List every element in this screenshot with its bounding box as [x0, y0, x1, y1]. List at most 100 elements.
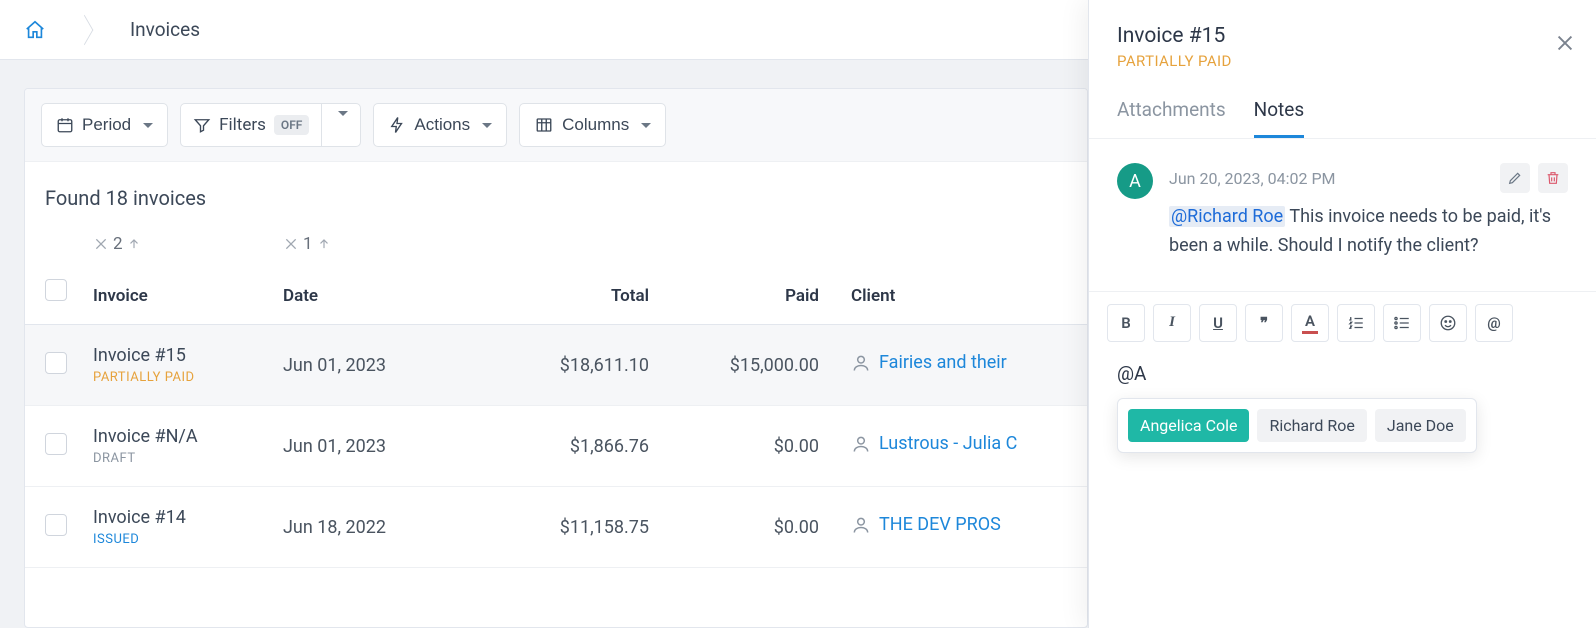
toolbar: Period Filters OFF Actions [25, 89, 1087, 162]
cell-total: $18,611.10 [461, 325, 661, 406]
list-ul-icon [1393, 314, 1411, 332]
suggest-item[interactable]: Jane Doe [1375, 409, 1466, 442]
editor-toolbar: B I U ❞ A @ [1089, 291, 1596, 354]
invoice-title: Invoice #15 [93, 345, 259, 366]
editor-content: @A [1117, 362, 1146, 385]
caret-down-icon [338, 111, 348, 134]
col-client[interactable]: Client [831, 261, 1087, 325]
breadcrumb-separator [76, 0, 106, 60]
tool-bold[interactable]: B [1107, 304, 1145, 342]
columns-button[interactable]: Columns [519, 103, 666, 147]
cell-date: Jun 01, 2023 [271, 325, 461, 406]
select-all-checkbox[interactable] [45, 279, 67, 301]
row-checkbox[interactable] [45, 433, 67, 455]
mention[interactable]: @Richard Roe [1169, 206, 1285, 227]
tool-quote[interactable]: ❞ [1245, 304, 1283, 342]
caret-down-icon [641, 123, 651, 128]
filters-off-badge: OFF [274, 115, 309, 135]
invoice-title: Invoice #N/A [93, 426, 259, 447]
pencil-icon [1507, 170, 1523, 186]
home-icon [24, 19, 46, 41]
client-name: THE DEV PROS [879, 514, 1001, 535]
invoice-status: PARTIALLY PAID [93, 370, 259, 385]
cell-date: Jun 18, 2022 [271, 487, 461, 568]
panel-title: Invoice #15 [1117, 24, 1568, 48]
person-icon [851, 434, 871, 454]
invoices-table: 2 1 [25, 220, 1087, 568]
invoices-card: Period Filters OFF Actions [24, 88, 1088, 628]
filters-label: Filters [219, 115, 266, 135]
tab-attachments[interactable]: Attachments [1117, 98, 1226, 138]
columns-label: Columns [562, 115, 629, 135]
table-row[interactable]: Invoice #N/A DRAFT Jun 01, 2023$1,866.76$0… [25, 406, 1087, 487]
close-icon [283, 236, 299, 252]
close-icon [1554, 32, 1576, 54]
found-count: Found 18 invoices [25, 162, 1087, 220]
client-name: Lustrous - Julia C [879, 433, 1017, 454]
columns-icon [534, 116, 554, 134]
client-link[interactable]: Lustrous - Julia C [851, 433, 1017, 454]
panel-close-button[interactable] [1554, 32, 1576, 60]
table-row[interactable]: Invoice #15 PARTIALLY PAID Jun 01, 2023$18… [25, 325, 1087, 406]
suggest-item[interactable]: Angelica Cole [1128, 409, 1249, 442]
tool-ordered-list[interactable] [1337, 304, 1375, 342]
tool-unordered-list[interactable] [1383, 304, 1421, 342]
tool-underline[interactable]: U [1199, 304, 1237, 342]
filters-button[interactable]: Filters OFF [180, 103, 361, 147]
tab-notes[interactable]: Notes [1254, 98, 1305, 138]
suggest-item[interactable]: Richard Roe [1257, 409, 1366, 442]
col-paid[interactable]: Paid [661, 261, 831, 325]
bolt-icon [388, 116, 406, 134]
row-checkbox[interactable] [45, 514, 67, 536]
cell-paid: $15,000.00 [661, 325, 831, 406]
filters-caret[interactable] [321, 104, 360, 146]
table-row[interactable]: Invoice #14ISSUEDJun 18, 2022$11,158.75$… [25, 487, 1087, 568]
col-total[interactable]: Total [461, 261, 661, 325]
filter-icon [193, 116, 211, 134]
edit-note-button[interactable] [1500, 163, 1530, 193]
note-date: Jun 20, 2023, 04:02 PM [1169, 169, 1336, 188]
actions-button[interactable]: Actions [373, 103, 507, 147]
calendar-icon [56, 116, 74, 134]
cell-total: $1,866.76 [461, 406, 661, 487]
cell-date: Jun 01, 2023 [271, 406, 461, 487]
caret-down-icon [482, 123, 492, 128]
invoice-status: DRAFT [93, 451, 259, 466]
col-date[interactable]: Date [271, 261, 461, 325]
cell-total: $11,158.75 [461, 487, 661, 568]
detail-panel: Invoice #15 PARTIALLY PAID Attachments N… [1088, 0, 1596, 628]
tool-mention[interactable]: @ [1475, 304, 1513, 342]
mention-suggestions: Angelica Cole Richard Roe Jane Doe [1117, 398, 1477, 453]
arrow-up-icon [127, 237, 141, 251]
sort-chip-invoice[interactable]: 2 [93, 234, 141, 254]
panel-tabs: Attachments Notes [1089, 70, 1596, 139]
arrow-up-icon [317, 237, 331, 251]
list-ol-icon [1347, 314, 1365, 332]
col-invoice[interactable]: Invoice [81, 261, 271, 325]
tool-italic[interactable]: I [1153, 304, 1191, 342]
actions-label: Actions [414, 115, 470, 135]
avatar: A [1117, 163, 1153, 199]
invoice-title: Invoice #14 [93, 507, 259, 528]
sort-chip-date[interactable]: 1 [283, 234, 331, 254]
breadcrumb-home[interactable] [24, 0, 76, 60]
note: A Jun 20, 2023, 04:02 PM @Richard Roe Th… [1089, 139, 1596, 261]
client-link[interactable]: THE DEV PROS [851, 514, 1001, 535]
caret-down-icon [143, 123, 153, 128]
note-text: @Richard Roe This invoice needs to be pa… [1169, 203, 1568, 261]
client-name: Fairies and their [879, 352, 1007, 373]
period-button[interactable]: Period [41, 103, 168, 147]
note-editor[interactable]: @A Angelica Cole Richard Roe Jane Doe [1089, 354, 1596, 403]
client-link[interactable]: Fairies and their [851, 352, 1007, 373]
cell-paid: $0.00 [661, 406, 831, 487]
row-checkbox[interactable] [45, 352, 67, 374]
person-icon [851, 353, 871, 373]
emoji-icon [1439, 314, 1457, 332]
tool-emoji[interactable] [1429, 304, 1467, 342]
color-swatch [1302, 331, 1318, 334]
person-icon [851, 515, 871, 535]
tool-color[interactable]: A [1291, 304, 1329, 342]
invoice-status: ISSUED [93, 532, 259, 547]
delete-note-button[interactable] [1538, 163, 1568, 193]
trash-icon [1545, 170, 1561, 186]
